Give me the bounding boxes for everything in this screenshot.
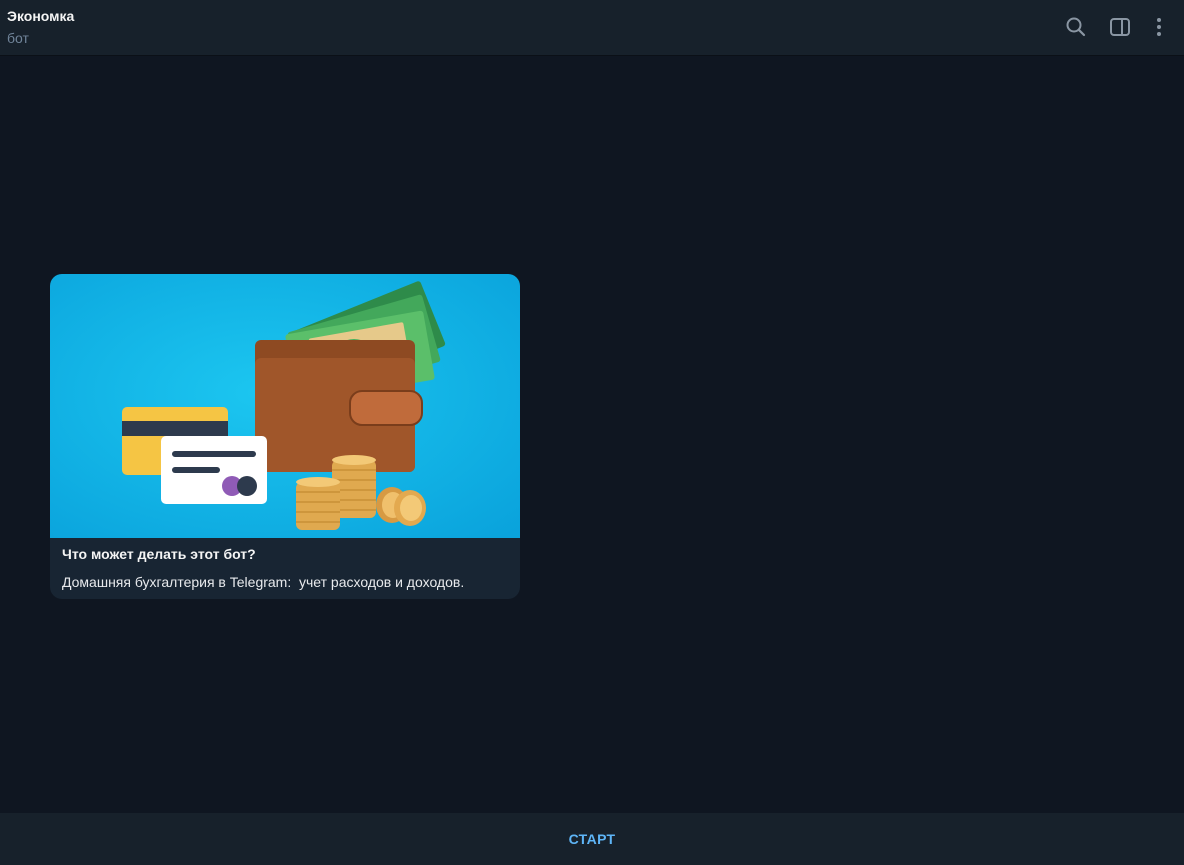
wallet-illustration	[50, 274, 520, 538]
more-button[interactable]	[1145, 13, 1173, 41]
card-title: Что может делать этот бот?	[62, 546, 256, 562]
more-vertical-icon	[1157, 18, 1161, 36]
sidebar-toggle-icon	[1110, 18, 1130, 36]
chat-header: Экономка бот	[0, 0, 1184, 56]
chat-subtitle: бот	[7, 30, 29, 46]
card-description: Домашняя бухгалтерия в Telegram: учет ра…	[62, 574, 465, 590]
search-button[interactable]	[1062, 13, 1090, 41]
chat-window: Экономка бот Что может делать этот бот? …	[0, 0, 1184, 865]
search-icon	[1066, 17, 1086, 37]
start-button[interactable]: СТАРТ	[0, 813, 1184, 865]
bot-intro-card: Что может делать этот бот? Домашняя бухг…	[50, 274, 520, 599]
start-button-label: СТАРТ	[568, 831, 616, 847]
chat-title[interactable]: Экономка	[7, 7, 74, 25]
sidebar-toggle-button[interactable]	[1106, 13, 1134, 41]
